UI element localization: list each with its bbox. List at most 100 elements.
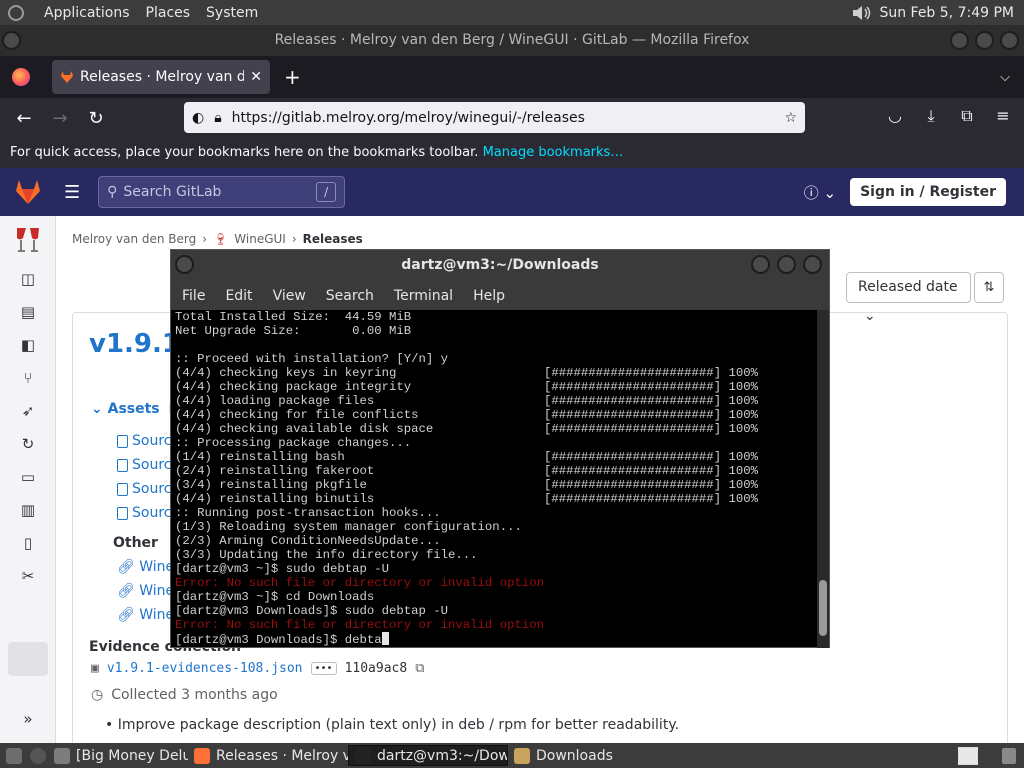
wiki-icon[interactable]: ▯ (19, 534, 37, 552)
monitor-icon[interactable]: ▭ (19, 468, 37, 486)
pocket-icon[interactable]: ◡ (886, 106, 904, 126)
terminal-line: Net Upgrade Size: 0.00 MiB (175, 324, 412, 338)
file-zip-icon (117, 458, 128, 472)
taskbar-task[interactable]: dartz@vm3:~/Dow... (348, 745, 508, 766)
minimize-button[interactable] (950, 31, 969, 50)
downloads-icon[interactable]: ⤓ (922, 106, 940, 126)
menu-file[interactable]: File (182, 288, 205, 304)
bookmark-star-icon[interactable]: ☆ (784, 110, 797, 126)
scrollbar-thumb[interactable] (819, 580, 827, 636)
sort-dropdown-label: Released date (858, 279, 958, 295)
clock[interactable]: Sun Feb 5, 7:49 PM (879, 5, 1014, 21)
manage-bookmarks-link[interactable]: Manage bookmarks… (483, 145, 624, 160)
firefox-view-icon[interactable] (12, 68, 30, 86)
back-icon[interactable]: ← (6, 108, 42, 129)
project-avatar[interactable] (12, 224, 44, 256)
menu-system[interactable]: System (206, 5, 258, 21)
tracking-protection-icon[interactable]: ◐ (192, 110, 204, 126)
issues-icon[interactable]: ◧ (19, 336, 37, 354)
expand-hash-button[interactable]: ••• (310, 662, 337, 675)
terminal-scrollbar[interactable] (817, 310, 829, 648)
tab-close-icon[interactable]: ✕ (250, 69, 262, 85)
url-text[interactable]: https://gitlab.melroy.org/melroy/winegui… (232, 110, 775, 126)
menu-applications[interactable]: Applications (44, 5, 130, 21)
maximize-button[interactable] (975, 31, 994, 50)
terminal-line: [dartz@vm3 Downloads]$ debta (175, 632, 815, 647)
workspace-switcher[interactable] (958, 746, 978, 765)
terminal-line: (3/3) Updating the info directory file..… (175, 548, 478, 562)
terminal-line: :: Processing package changes... (175, 436, 412, 450)
app-menu-icon[interactable]: ≡ (994, 106, 1012, 126)
taskbar-task[interactable]: Downloads (508, 745, 628, 766)
extensions-icon[interactable]: ⧉ (958, 106, 976, 126)
copy-icon[interactable]: ⧉ (415, 661, 424, 676)
bookmarks-prompt: For quick access, place your bookmarks h… (10, 145, 479, 160)
menu-places[interactable]: Places (146, 5, 191, 21)
firefox-titlebar[interactable]: Releases · Melroy van den Berg / WineGUI… (0, 25, 1024, 56)
deployments-icon[interactable]: ↻ (19, 435, 37, 453)
reload-icon[interactable]: ↻ (78, 108, 114, 129)
list-all-tabs-icon[interactable]: ⌵ (1000, 70, 1010, 85)
taskbar-task[interactable]: Releases · Melroy va... (188, 745, 348, 766)
maximize-button[interactable] (777, 255, 796, 274)
forward-icon[interactable]: → (42, 108, 78, 129)
lock-icon[interactable]: 🔒︎ (214, 110, 221, 126)
taskbar-task[interactable]: [Big Money Deluxe 1... (48, 745, 188, 766)
url-bar[interactable]: ◐ 🔒︎ https://gitlab.melroy.org/melroy/wi… (184, 102, 805, 133)
terminal-menubar: File Edit View Search Terminal Help (171, 281, 829, 310)
close-window-button[interactable] (1000, 31, 1019, 50)
sort-direction-button[interactable]: ⇅ (974, 272, 1004, 303)
menu-edit[interactable]: Edit (225, 288, 252, 304)
link-icon: 🔗︎ (117, 607, 140, 623)
gitlab-logo-icon[interactable] (14, 179, 42, 205)
assets-toggle[interactable]: ⌄ Assets (91, 401, 181, 417)
breadcrumb-project[interactable]: WineGUI (234, 232, 286, 246)
new-tab-button[interactable]: + (284, 65, 301, 89)
show-desktop-button[interactable] (0, 745, 28, 766)
terminal-line: (2/3) Arming ConditionNeedsUpdate... (175, 534, 441, 548)
repository-icon[interactable]: ▤ (19, 303, 37, 321)
ci-cd-rocket-icon[interactable]: ➶ (19, 402, 37, 420)
other-assets-heading: Other (113, 535, 158, 551)
snippets-icon[interactable]: ✂ (19, 567, 37, 585)
sign-in-button[interactable]: Sign in / Register (850, 178, 1006, 206)
volume-icon[interactable] (851, 5, 871, 21)
merge-requests-icon[interactable]: ⑂ (19, 369, 37, 387)
search-placeholder: Search GitLab (123, 184, 222, 200)
taskbar-app-icon[interactable] (28, 745, 48, 766)
breadcrumb-separator-icon: › (202, 232, 208, 246)
expand-sidebar-icon[interactable]: » (19, 710, 37, 728)
breadcrumb-owner[interactable]: Melroy van den Berg (72, 232, 196, 246)
release-title[interactable]: v1.9.1 (89, 329, 180, 359)
help-icon[interactable]: ⓘ ⌄ (804, 182, 836, 203)
terminal-output[interactable]: Total Installed Size: 44.59 MiB Net Upgra… (171, 310, 819, 648)
breadcrumb-current[interactable]: Releases (303, 232, 363, 246)
terminal-error-line: Error: No such file or directory or inva… (175, 576, 544, 590)
evidence-file-link[interactable]: v1.9.1-evidences-108.json (107, 661, 303, 676)
tab-releases[interactable]: Releases · Melroy van den Berg ✕ (52, 60, 270, 94)
file-zip-icon (117, 434, 128, 448)
menu-search[interactable]: Search (326, 288, 374, 304)
sort-dropdown[interactable]: Released date ⌄ (846, 272, 971, 324)
search-input[interactable]: ⚲ Search GitLab / (98, 176, 346, 208)
project-overview-icon[interactable]: ◫ (19, 270, 37, 288)
window-menu-button[interactable] (2, 31, 21, 50)
menu-help[interactable]: Help (473, 288, 505, 304)
trash-icon[interactable] (1002, 747, 1016, 764)
menu-view[interactable]: View (273, 288, 306, 304)
task-app-icon (514, 747, 530, 764)
minimize-button[interactable] (751, 255, 770, 274)
task-label: Releases · Melroy va... (216, 747, 348, 764)
menu-terminal[interactable]: Terminal (394, 288, 453, 304)
window-menu-button[interactable] (175, 255, 194, 274)
collected-text: Collected 3 months ago (111, 687, 278, 703)
hamburger-menu-icon[interactable]: ☰ (64, 182, 80, 203)
analytics-icon[interactable]: ▥ (19, 501, 37, 519)
assets-label: Assets (107, 401, 160, 417)
file-zip-icon (117, 482, 128, 496)
close-window-button[interactable] (803, 255, 822, 274)
terminal-line: (4/4) checking package integrity [######… (175, 380, 758, 394)
distro-logo-icon[interactable] (8, 4, 24, 21)
terminal-titlebar[interactable]: dartz@vm3:~/Downloads (171, 250, 829, 281)
terminal-window[interactable]: dartz@vm3:~/Downloads File Edit View Sea… (170, 249, 830, 648)
